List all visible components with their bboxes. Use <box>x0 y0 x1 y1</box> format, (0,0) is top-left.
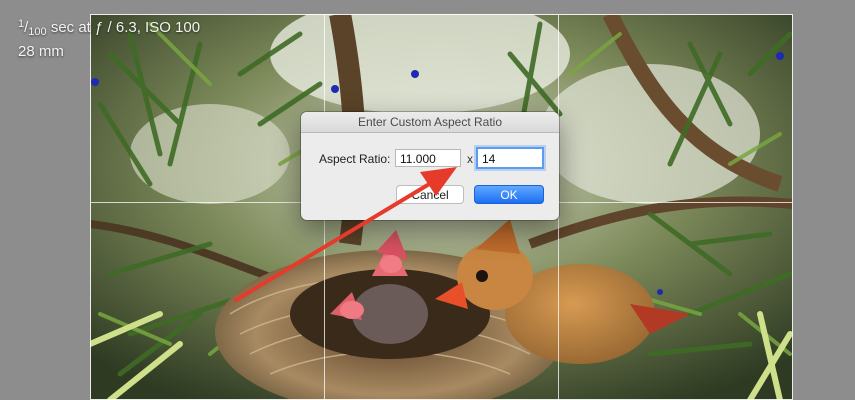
ok-button[interactable]: OK <box>474 185 544 204</box>
custom-aspect-ratio-dialog: Enter Custom Aspect Ratio Aspect Ratio: … <box>301 112 559 220</box>
exposure-line: 1/100 sec at ƒ / 6.3, ISO 100 <box>18 18 201 38</box>
focal-length: 28 mm <box>18 43 64 60</box>
cancel-button[interactable]: Cancel <box>396 185 464 204</box>
aspect-ratio-label: Aspect Ratio: <box>319 152 391 166</box>
ratio-separator: x <box>467 152 473 166</box>
lightroom-crop-workspace: 1/100 sec at ƒ / 6.3, ISO 100 28 mm Ente… <box>0 0 855 400</box>
aspect-height-input[interactable]: 14 <box>476 147 544 169</box>
aspect-width-input[interactable]: 11.000 <box>395 149 461 167</box>
exif-info: 1/100 sec at ƒ / 6.3, ISO 100 28 mm <box>18 14 200 62</box>
dialog-title: Enter Custom Aspect Ratio <box>301 112 559 133</box>
